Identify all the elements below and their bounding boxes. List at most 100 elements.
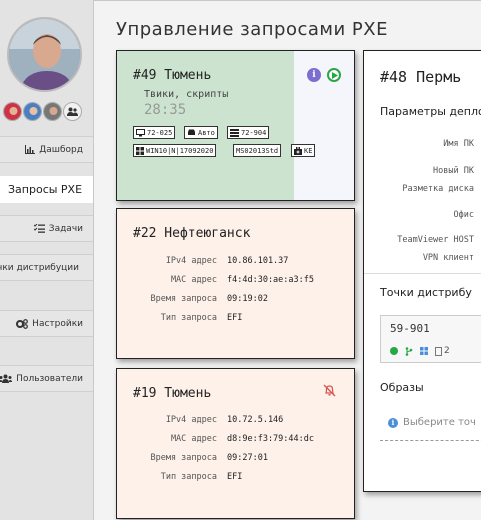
tag-os: WIN10|N|17092020 — [133, 144, 217, 157]
nav-tasks[interactable]: Задачи — [0, 215, 93, 242]
field-row: IPv4 адрес 10.72.5.146 — [117, 415, 283, 425]
point-name: 59-901 — [390, 322, 430, 335]
bell-slash-icon[interactable] — [322, 383, 336, 397]
field-teamviewer-label: TeamViewer HOST — [397, 235, 474, 245]
nav-label: Точки дистрибуции — [0, 262, 79, 273]
tag-office: MS02013Std — [233, 144, 282, 157]
nav-settings[interactable]: Настройки — [0, 310, 93, 337]
windows-icon — [136, 146, 144, 155]
user-avatar[interactable] — [7, 17, 82, 92]
field-value: EFI — [227, 313, 243, 323]
field-value: f4:4d:30:ae:a3:f5 — [227, 275, 314, 285]
page-title: Управление запросами PXE — [116, 19, 388, 40]
field-label: IPv4 адрес — [165, 415, 217, 425]
tag-label: WIN10|N|17092020 — [146, 146, 214, 155]
field-label: IPv4 адрес — [165, 256, 217, 266]
nav-dashboard[interactable]: Дашборд — [0, 136, 93, 163]
field-office-label: Офис — [453, 210, 474, 220]
request-title: #22 Нефтеюганск — [133, 226, 251, 241]
monitor-icon — [136, 128, 145, 136]
tag-mode: Авто — [184, 126, 218, 139]
task-list-icon — [33, 224, 45, 233]
tag-server: 72-904 — [227, 126, 270, 139]
field-label: MAC адрес — [170, 434, 217, 444]
nav-label: Настройки — [32, 318, 83, 329]
tag-label: 72-904 — [241, 128, 267, 137]
request-title: #49 Тюмень — [133, 68, 212, 83]
field-row: MAC адрес f4:4d:30:ae:a3:f5 — [117, 275, 314, 285]
kit-icon — [294, 146, 302, 155]
field-label: MAC адрес — [170, 275, 217, 285]
request-timer: 28:35 — [144, 102, 187, 118]
info-icon: i — [388, 417, 398, 428]
git-branch-icon — [405, 346, 413, 356]
field-value: 09:19:02 — [227, 294, 268, 304]
field-row: Время запроса 09:19:02 — [117, 294, 268, 304]
cogs-icon — [16, 318, 29, 329]
field-disk-layout-label: Разметка диска — [402, 184, 474, 194]
field-pc-name-label: Имя ПК — [443, 139, 474, 149]
team-avatar[interactable] — [3, 102, 22, 121]
detail-title: #48 Пермь — [380, 68, 462, 86]
field-value: 09:27:01 — [227, 453, 268, 463]
field-label: Время запроса — [150, 294, 217, 304]
point-status-row: 2 — [390, 346, 450, 356]
tag-pc: 72-025 — [133, 126, 176, 139]
card-actions-panel — [294, 51, 354, 200]
field-row: Время запроса 09:27:01 — [117, 453, 268, 463]
distribution-point-item[interactable]: 59-901 2 — [380, 315, 481, 363]
request-title: #19 Тюмень — [133, 386, 212, 401]
request-detail-panel: #48 Пермь Параметры депло Имя ПК Новый П… — [363, 50, 481, 492]
nav-label: Пользователи — [16, 373, 83, 384]
car-icon — [188, 129, 195, 135]
field-row: Тип запроса EFI — [117, 313, 243, 323]
nav-label: Дашборд — [39, 144, 83, 155]
tag-kit: KE — [291, 144, 316, 157]
field-value: 10.86.101.37 — [227, 256, 289, 266]
tag-label: 72-025 — [147, 128, 173, 137]
nav-pxe-requests[interactable]: Запросы PXE — [0, 176, 93, 203]
image-count-value: 2 — [444, 346, 450, 356]
info-icon[interactable]: i — [307, 68, 321, 82]
users-icon — [0, 374, 13, 383]
nav-label: Запросы PXE — [8, 183, 83, 196]
online-status-icon — [390, 347, 398, 355]
request-card[interactable]: #22 Нефтеюганск IPv4 адрес 10.86.101.37 M… — [116, 208, 355, 359]
field-row: IPv4 адрес 10.86.101.37 — [117, 256, 289, 266]
windows-icon — [420, 347, 428, 355]
server-icon — [230, 128, 239, 137]
play-icon[interactable] — [327, 68, 341, 82]
copy-icon — [435, 346, 442, 356]
field-row: MAC адрес d8:9e:f3:79:44:dc — [117, 434, 314, 444]
deploy-params-heading: Параметры депло — [380, 105, 481, 118]
request-subtitle: Твики, скрипты — [144, 89, 229, 100]
nav-distribution-points[interactable]: Точки дистрибуции — [0, 254, 93, 281]
field-vpn-label: VPN клиент — [422, 253, 474, 263]
team-avatar[interactable] — [23, 102, 42, 121]
field-value: d8:9e:f3:79:44:dc — [227, 434, 314, 444]
nav-label: Задачи — [48, 223, 83, 234]
tag-label: KE — [304, 146, 313, 155]
tag-label: MS02013Std — [236, 146, 279, 155]
add-user-icon[interactable] — [63, 102, 82, 121]
nav-users[interactable]: Пользователи — [0, 365, 93, 392]
field-value: EFI — [227, 472, 243, 482]
field-new-pc-label: Новый ПК — [433, 166, 474, 176]
field-value: 10.72.5.146 — [227, 415, 284, 425]
image-count: 2 — [435, 346, 450, 356]
divider — [364, 273, 481, 274]
images-heading: Образы — [380, 381, 424, 394]
request-card[interactable]: i #49 Тюмень Твики, скрипты 28:35 72-025… — [116, 50, 355, 201]
field-row: Тип запроса EFI — [117, 472, 243, 482]
field-label: Время запроса — [150, 453, 217, 463]
images-hint-text: Выберите точ — [403, 417, 476, 428]
tag-label: Авто — [198, 128, 215, 137]
team-avatar[interactable] — [43, 102, 62, 121]
team-avatars — [3, 102, 82, 121]
distribution-points-heading: Точки дистрибу — [380, 286, 472, 299]
sidebar: Дашборд Запросы PXE Задачи Точки дистриб… — [0, 0, 93, 520]
field-label: Тип запроса — [160, 313, 217, 323]
bar-chart-icon — [25, 145, 36, 154]
field-label: Тип запроса — [160, 472, 217, 482]
request-card[interactable]: #19 Тюмень IPv4 адрес 10.72.5.146 MAC адр… — [116, 368, 355, 519]
